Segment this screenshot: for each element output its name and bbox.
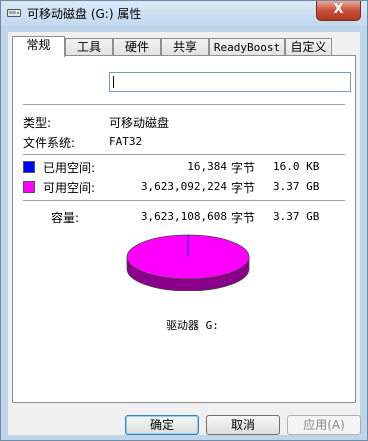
- capacity-label: 容量:: [51, 211, 80, 225]
- cancel-button[interactable]: 取消: [206, 415, 280, 435]
- free-space-size: 3.37 GB: [273, 180, 320, 193]
- window-title: 可移动磁盘 (G:) 属性: [27, 7, 142, 21]
- drive-name-input[interactable]: [109, 72, 351, 92]
- title-bar[interactable]: 可移动磁盘 (G:) 属性 X: [1, 1, 367, 26]
- used-space-unit: 字节: [231, 161, 256, 175]
- separator: [23, 154, 345, 155]
- tab-hardware[interactable]: 硬件: [113, 38, 161, 55]
- close-button[interactable]: X: [316, 1, 361, 21]
- ok-button[interactable]: 确定: [125, 415, 199, 435]
- used-space-swatch: [23, 161, 35, 173]
- type-value: 可移动磁盘: [109, 116, 170, 130]
- drive-letter-label: 驱动器 G:: [166, 319, 219, 332]
- used-space-size: 16.0 KB: [273, 160, 320, 173]
- type-label: 类型:: [23, 116, 52, 130]
- free-space-unit: 字节: [231, 181, 256, 195]
- properties-window: 可移动磁盘 (G:) 属性 X 常规 工具 硬件 共享 ReadyBoost 自…: [0, 0, 368, 441]
- text-caret: [113, 76, 114, 88]
- removable-drive-icon: [7, 9, 21, 17]
- separator: [23, 200, 345, 201]
- tab-tools[interactable]: 工具: [65, 38, 113, 55]
- tab-general[interactable]: 常规: [12, 36, 65, 57]
- separator: [23, 104, 345, 105]
- filesystem-value: FAT32: [109, 135, 143, 148]
- disk-usage-pie: [126, 234, 250, 291]
- used-space-label: 已用空间:: [43, 161, 96, 175]
- free-space-bytes: 3,623,092,224: [140, 180, 227, 193]
- tab-customize[interactable]: 自定义: [285, 38, 332, 55]
- tab-strip: 常规 工具 硬件 共享 ReadyBoost 自定义: [12, 36, 356, 57]
- dialog-body: 常规 工具 硬件 共享 ReadyBoost 自定义 类型: 可移动磁盘 文件系…: [8, 32, 361, 435]
- free-space-swatch: [23, 181, 35, 193]
- tab-readyboost[interactable]: ReadyBoost: [209, 38, 285, 55]
- apply-button[interactable]: 应用(A): [287, 415, 361, 435]
- capacity-size: 3.37 GB: [273, 210, 320, 223]
- capacity-bytes: 3,623,108,608: [140, 210, 227, 223]
- used-space-bytes: 16,384: [187, 160, 227, 173]
- free-space-label: 可用空间:: [43, 181, 96, 195]
- tab-sharing[interactable]: 共享: [161, 38, 209, 55]
- capacity-unit: 字节: [231, 211, 256, 225]
- general-panel: 类型: 可移动磁盘 文件系统: FAT32 已用空间: 16,384 字节 16…: [12, 55, 356, 403]
- filesystem-label: 文件系统:: [23, 136, 76, 150]
